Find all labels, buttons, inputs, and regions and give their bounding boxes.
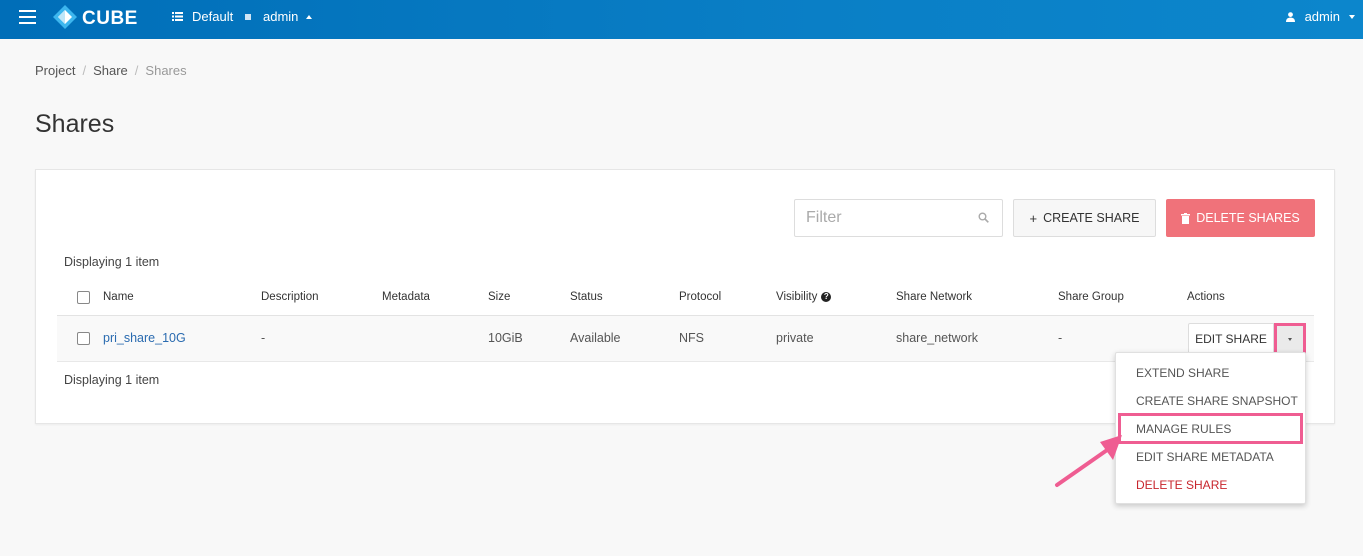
trash-icon [1181,212,1191,224]
share-name-link[interactable]: pri_share_10G [103,331,186,345]
row-checkbox[interactable] [77,332,90,345]
caret-down-icon [1288,337,1292,341]
menu-item-delete-share[interactable]: DELETE SHARE [1136,478,1227,492]
plus-icon: + [1029,210,1038,226]
breadcrumb: Project / Share / Shares [35,63,187,78]
brand-name[interactable]: CUBE [82,8,138,30]
caret-up-icon [306,14,313,19]
project-selector[interactable]: admin [245,9,313,24]
select-all-checkbox[interactable] [77,291,90,304]
column-header-name[interactable]: Name [103,291,134,303]
visibility-header-label: Visibility [776,291,818,303]
breadcrumb-separator: / [134,63,139,78]
column-header-description[interactable]: Description [261,291,319,303]
item-count-bottom: Displaying 1 item [64,373,160,387]
caret-down-icon [1349,14,1355,19]
breadcrumb-current: Shares [145,63,187,78]
page-title: Shares [35,110,115,138]
column-header-metadata[interactable]: Metadata [382,291,430,303]
menu-toggle-icon[interactable] [19,10,36,24]
project-label: admin [263,9,299,24]
share-group: - [1058,331,1063,345]
delete-shares-label: DELETE SHARES [1196,211,1300,225]
actions-dropdown-toggle[interactable] [1274,323,1306,355]
list-icon [172,12,183,21]
share-network: share_network [896,331,978,345]
share-protocol: NFS [679,331,704,345]
menu-item-extend-share[interactable]: EXTEND SHARE [1136,366,1229,380]
create-share-button[interactable]: + CREATE SHARE [1013,199,1156,237]
share-status: Available [570,331,621,345]
menu-item-create-share-snapshot[interactable]: CREATE SHARE SNAPSHOT [1136,394,1298,408]
share-size: 10GiB [488,331,523,345]
annotation-arrow-icon [1055,435,1122,487]
delete-shares-button[interactable]: DELETE SHARES [1166,199,1315,237]
menu-item-edit-share-metadata[interactable]: EDIT SHARE METADATA [1136,450,1274,464]
domain-selector[interactable]: Default [172,9,233,24]
edit-share-button[interactable]: EDIT SHARE [1188,323,1274,355]
table-header: Name Description Metadata Size Status Pr… [57,281,1314,316]
column-header-share-group[interactable]: Share Group [1058,291,1124,303]
breadcrumb-separator: / [82,63,87,78]
user-icon [1285,11,1295,22]
column-header-actions: Actions [1187,291,1225,303]
search-icon[interactable] [978,212,989,223]
help-icon[interactable]: ? [821,291,832,302]
user-menu[interactable]: admin [1285,9,1355,24]
share-description: - [261,331,266,345]
filter-input[interactable] [795,200,965,236]
user-label: admin [1304,9,1340,24]
breadcrumb-share[interactable]: Share [93,63,128,78]
top-navbar: CUBE Default admin admin [0,0,1363,39]
column-header-size[interactable]: Size [488,291,510,303]
cube-logo-icon[interactable] [52,4,78,30]
column-header-protocol[interactable]: Protocol [679,291,721,303]
share-visibility: private [776,331,814,345]
column-header-share-network[interactable]: Share Network [896,291,972,303]
create-share-label: CREATE SHARE [1043,211,1140,225]
domain-label: Default [192,9,234,24]
filter-box[interactable] [794,199,1003,237]
column-header-visibility[interactable]: Visibility? [776,291,832,303]
project-square-icon [245,13,251,20]
breadcrumb-project[interactable]: Project [35,63,75,78]
column-header-status[interactable]: Status [570,291,603,303]
item-count-top: Displaying 1 item [64,255,160,269]
annotation-highlight [1118,413,1303,444]
